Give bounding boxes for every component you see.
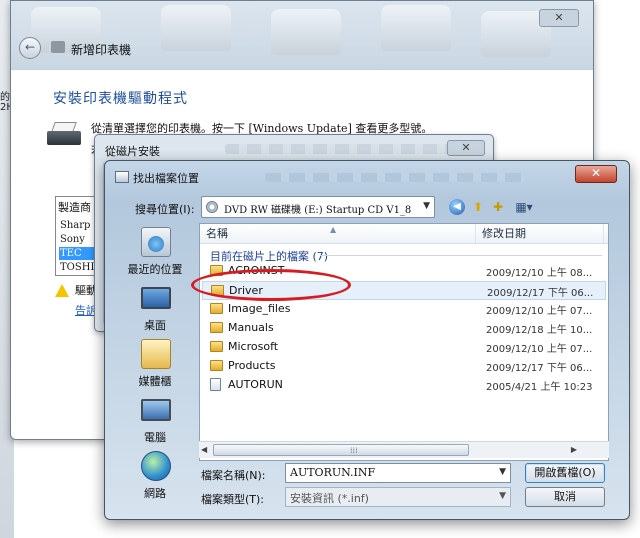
new-folder-icon[interactable]: ✚ bbox=[489, 198, 507, 216]
scroll-right-icon[interactable]: ▶ bbox=[571, 445, 577, 454]
folder-icon bbox=[210, 303, 223, 314]
file-name: AUTORUN bbox=[228, 378, 283, 391]
file-date: 2009/12/17 下午 06... bbox=[486, 363, 593, 374]
cancel-button[interactable]: 取消 bbox=[525, 487, 605, 507]
file-date: 2009/12/17 下午 06... bbox=[487, 288, 594, 299]
dialog-title: 找出檔案位置 bbox=[133, 172, 199, 185]
file-name: Microsoft bbox=[228, 340, 279, 353]
file-row[interactable]: Products 2009/12/17 下午 06... 1 bbox=[202, 357, 606, 376]
file-type-select[interactable]: 安裝資訊 (*.inf) ▼ bbox=[285, 487, 511, 507]
chevron-down-icon: ▼ bbox=[499, 491, 506, 501]
place-network[interactable]: 網路 bbox=[117, 451, 193, 509]
file-row[interactable]: Manuals 2009/12/18 上午 10... 1 bbox=[202, 319, 606, 338]
look-in-dropdown[interactable]: DVD RW 磁碟機 (E:) Startup CD V1_8 ▼ bbox=[201, 196, 435, 218]
file-name: Image_files bbox=[228, 302, 291, 315]
open-button[interactable]: 開啟舊檔(O) bbox=[525, 463, 605, 483]
view-menu-icon[interactable]: ▦▾ bbox=[511, 198, 537, 216]
file-list[interactable]: 名稱 ▲ 修改日期 目前在磁片上的檔案 (7) ACROINST 2009/12… bbox=[199, 223, 609, 461]
file-name-label: 檔案名稱(N): bbox=[201, 469, 266, 482]
libraries-icon bbox=[141, 339, 171, 369]
desktop-icon bbox=[141, 287, 171, 309]
horizontal-scrollbar[interactable]: ◀ ⁞⁞⁞ ▶ bbox=[199, 441, 609, 458]
file-extra: 1 bbox=[608, 264, 609, 275]
wizard-close-button[interactable]: ✕ bbox=[539, 9, 579, 27]
file-type-value: 安裝資訊 (*.inf) bbox=[290, 492, 369, 505]
file-name-value: AUTORUN.INF bbox=[290, 466, 376, 479]
highlight-annotation bbox=[191, 269, 351, 301]
look-in-value: DVD RW 磁碟機 (E:) Startup CD V1_8 bbox=[224, 205, 412, 216]
folder-icon bbox=[210, 341, 223, 352]
file-name-field[interactable]: AUTORUN.INF ▼ bbox=[285, 463, 511, 483]
back-arrow-icon[interactable]: ◀ bbox=[449, 199, 465, 215]
column-header-more[interactable] bbox=[604, 224, 608, 244]
manufacturer-header: 製造商 bbox=[58, 201, 91, 214]
chevron-down-icon[interactable]: ▼ bbox=[499, 467, 506, 477]
up-folder-icon[interactable]: ⬆ bbox=[469, 198, 487, 216]
file-date: 2009/12/18 上午 10... bbox=[486, 325, 593, 336]
chevron-down-icon: ▼ bbox=[423, 201, 430, 211]
file-row[interactable]: AUTORUN 2005/4/21 上午 10:23 bbox=[202, 376, 606, 395]
printer-icon bbox=[47, 122, 83, 150]
file-date: 2009/12/10 上午 07... bbox=[486, 344, 593, 355]
folder-icon bbox=[210, 322, 223, 333]
column-header-name[interactable]: 名稱 ▲ bbox=[200, 224, 476, 244]
place-libraries[interactable]: 媒體櫃 bbox=[117, 339, 193, 397]
place-label: 桌面 bbox=[144, 319, 166, 332]
place-recent[interactable]: 最近的位置 bbox=[117, 227, 193, 285]
blurred-text bbox=[265, 173, 525, 182]
file-date: 2009/12/10 上午 08... bbox=[486, 268, 593, 279]
dvd-drive-icon bbox=[206, 201, 218, 213]
scroll-left-icon[interactable]: ◀ bbox=[201, 445, 207, 454]
wizard-header bbox=[11, 1, 593, 71]
file-extra: 1 bbox=[608, 321, 609, 332]
blurred-text bbox=[225, 144, 455, 154]
desktop-text: 的 bbox=[0, 92, 10, 103]
place-label: 媒體櫃 bbox=[138, 375, 172, 388]
place-label: 最近的位置 bbox=[127, 263, 183, 276]
file-name: Products bbox=[228, 359, 276, 372]
folder-icon bbox=[210, 360, 223, 371]
file-name: Manuals bbox=[228, 321, 274, 334]
printer-icon bbox=[51, 41, 65, 53]
place-desktop[interactable]: 桌面 bbox=[117, 283, 193, 341]
file-row[interactable]: Microsoft 2009/12/10 上午 07... 1 bbox=[202, 338, 606, 357]
close-button[interactable]: ✕ bbox=[447, 140, 485, 156]
recent-places-icon bbox=[141, 227, 171, 257]
file-extra: 1 bbox=[608, 302, 609, 313]
column-label: 名稱 bbox=[206, 227, 228, 240]
close-button[interactable]: ✕ bbox=[575, 165, 617, 183]
file-date: 2005/4/21 上午 10:23 bbox=[486, 382, 593, 393]
network-icon bbox=[141, 451, 171, 481]
scrollbar-thumb[interactable]: ⁞⁞⁞ bbox=[213, 444, 469, 456]
dialog-icon bbox=[115, 171, 129, 183]
place-label: 網路 bbox=[144, 487, 166, 500]
file-type-label: 檔案類型(T): bbox=[201, 493, 265, 506]
file-extra: 1 bbox=[608, 359, 609, 370]
sort-arrow-icon: ▲ bbox=[330, 225, 337, 234]
back-arrow-icon[interactable]: ← bbox=[19, 37, 41, 59]
page-title: 安裝印表機驅動程式 bbox=[53, 91, 188, 107]
column-header-date[interactable]: 修改日期 bbox=[476, 224, 604, 244]
place-label: 電腦 bbox=[144, 431, 166, 444]
file-extra: 1 bbox=[608, 340, 609, 351]
places-bar: 最近的位置 桌面 媒體櫃 電腦 網路 bbox=[117, 223, 193, 500]
setup-file-icon bbox=[210, 378, 221, 391]
wizard-title: 新增印表機 bbox=[71, 43, 132, 57]
file-row[interactable]: Image_files 2009/12/10 上午 07... 1 bbox=[202, 300, 606, 319]
warning-icon bbox=[55, 284, 69, 297]
place-computer[interactable]: 電腦 bbox=[117, 395, 193, 453]
computer-icon bbox=[141, 399, 171, 421]
divider bbox=[320, 255, 602, 256]
locate-file-dialog: 找出檔案位置 ✕ 搜尋位置(I): DVD RW 磁碟機 (E:) Startu… bbox=[104, 160, 630, 520]
dialog-title: 從磁片安裝 bbox=[105, 145, 160, 158]
file-date: 2009/12/10 上午 07... bbox=[486, 306, 593, 317]
look-in-label: 搜尋位置(I): bbox=[135, 203, 195, 216]
